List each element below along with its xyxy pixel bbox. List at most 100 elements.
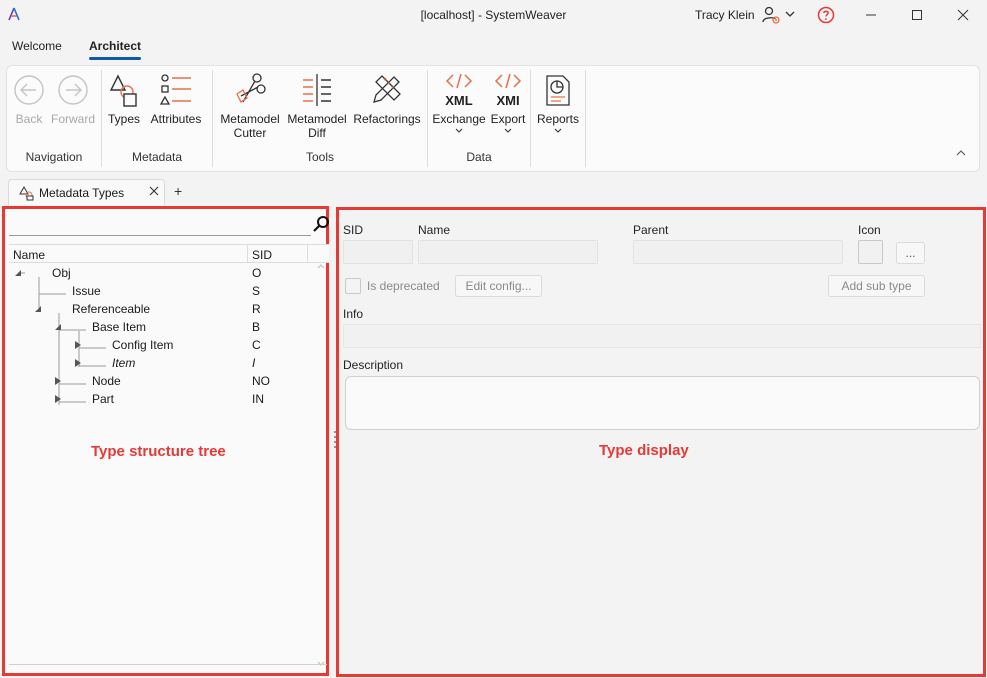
exchange-button[interactable]: XML Exchange xyxy=(431,72,487,135)
doc-tab-metadata-types[interactable]: Metadata Types xyxy=(8,179,165,205)
close-window-button[interactable] xyxy=(940,0,986,30)
expanded-triangle-icon[interactable] xyxy=(13,268,23,278)
types-button[interactable]: Types xyxy=(106,72,142,126)
forward-label: Forward xyxy=(51,112,96,126)
tree-row-part[interactable]: Part IN xyxy=(9,390,324,408)
add-sub-type-button[interactable]: Add sub type xyxy=(828,275,925,297)
metamodel-diff-label-2: Diff xyxy=(308,126,326,140)
collapsed-triangle-icon[interactable] xyxy=(73,358,83,368)
tree-node-name: Item xyxy=(112,356,136,370)
column-header-name[interactable]: Name xyxy=(13,248,45,262)
tree-node-sid: B xyxy=(252,320,261,334)
edit-config-button[interactable]: Edit config... xyxy=(455,275,542,297)
tree-header: Name SID xyxy=(9,244,329,263)
expanded-triangle-icon[interactable] xyxy=(53,322,63,332)
attributes-label: Attributes xyxy=(150,112,202,126)
close-icon[interactable] xyxy=(147,184,161,198)
maximize-icon xyxy=(912,10,922,20)
tree-row-issue[interactable]: Issue S xyxy=(9,282,324,300)
close-icon xyxy=(957,9,969,21)
forward-button[interactable]: Forward xyxy=(51,72,95,126)
vertical-scrollbar[interactable] xyxy=(315,263,327,671)
collapsed-triangle-icon[interactable] xyxy=(73,340,83,350)
description-field[interactable] xyxy=(345,376,980,430)
column-header-sid[interactable]: SID xyxy=(252,248,272,262)
reports-label: Reports xyxy=(536,112,580,126)
chevron-down-icon xyxy=(554,128,562,133)
chevron-down-icon xyxy=(504,128,512,133)
column-divider[interactable] xyxy=(247,245,248,263)
add-tab-button[interactable]: + xyxy=(174,183,182,199)
parent-label: Parent xyxy=(633,223,669,237)
icon-browse-button[interactable]: ... xyxy=(896,242,925,264)
help-icon[interactable] xyxy=(817,6,835,24)
types-icon xyxy=(19,185,34,201)
icon-label: Icon xyxy=(858,223,881,237)
search-icon[interactable] xyxy=(312,215,330,233)
metamodel-diff-label-1: Metamodel xyxy=(287,112,347,126)
back-label: Back xyxy=(15,112,43,126)
tab-welcome[interactable]: Welcome xyxy=(12,36,62,60)
sid-label: SID xyxy=(343,223,364,237)
metamodel-cutter-label-2: Cutter xyxy=(233,126,267,140)
tree-node-sid: I xyxy=(252,356,256,370)
name-label: Name xyxy=(418,223,451,237)
tools-group: Metamodel Cutter Metamodel Diff Refactor… xyxy=(213,66,427,171)
description-label: Description xyxy=(343,358,404,372)
tree-node-name: Config Item xyxy=(112,338,174,352)
user-settings-icon[interactable] xyxy=(761,5,781,25)
tree-row-base-item[interactable]: Base Item B xyxy=(9,318,324,336)
xmi-export-icon: XMI xyxy=(494,73,522,108)
tree-row-obj[interactable]: Obj O xyxy=(9,264,324,282)
type-tree: Obj O Issue S Referenceable R Base Item … xyxy=(9,264,329,664)
expanded-triangle-icon[interactable] xyxy=(33,304,43,314)
info-field[interactable] xyxy=(343,324,981,348)
minimize-button[interactable] xyxy=(848,0,894,30)
metamodel-diff-button[interactable]: Metamodel Diff xyxy=(285,72,349,140)
refactorings-label: Refactorings xyxy=(353,112,421,126)
parent-field[interactable] xyxy=(633,240,843,264)
tree-row-referenceable[interactable]: Referenceable R xyxy=(9,300,324,318)
refactorings-button[interactable]: Refactorings xyxy=(351,72,423,126)
diff-icon xyxy=(303,74,331,106)
metamodel-cutter-button[interactable]: Metamodel Cutter xyxy=(217,72,283,140)
data-group-label: Data xyxy=(466,150,492,164)
reports-group: Reports xyxy=(531,66,585,171)
annotation-type-structure-tree: Type structure tree xyxy=(91,443,226,460)
collapsed-triangle-icon[interactable] xyxy=(53,376,63,386)
user-name[interactable]: Tracy Klein xyxy=(695,8,755,22)
tree-row-node[interactable]: Node NO xyxy=(9,372,324,390)
tree-row-item[interactable]: Item I xyxy=(9,354,324,372)
icon-preview[interactable] xyxy=(858,240,883,264)
maximize-button[interactable] xyxy=(894,0,940,30)
report-icon xyxy=(546,75,570,106)
collapsed-triangle-icon[interactable] xyxy=(53,394,63,404)
export-button[interactable]: XMI Export xyxy=(488,72,528,135)
type-display-panel: SID Name Parent Icon ... Is deprecated E… xyxy=(336,207,986,677)
annotation-type-display: Type display xyxy=(599,442,689,459)
is-deprecated-checkbox[interactable] xyxy=(345,278,361,294)
metamodel-cutter-label-1: Metamodel xyxy=(220,112,280,126)
sid-field[interactable] xyxy=(343,240,413,264)
chevron-down-icon xyxy=(455,128,463,133)
xmi-icon-text: XMI xyxy=(496,93,519,108)
tab-architect[interactable]: Architect xyxy=(89,36,142,60)
xml-icon-text: XML xyxy=(445,93,473,108)
tree-node-name: Issue xyxy=(72,284,101,298)
navigation-group-label: Navigation xyxy=(25,150,83,164)
back-button[interactable]: Back xyxy=(11,72,47,126)
reports-button[interactable]: Reports xyxy=(535,72,581,135)
tree-row-config-item[interactable]: Config Item C xyxy=(9,336,324,354)
attributes-button[interactable]: Attributes xyxy=(146,72,206,126)
group-divider xyxy=(585,70,586,167)
chevron-down-icon[interactable] xyxy=(784,8,796,20)
tree-node-name: Node xyxy=(92,374,121,388)
search-input[interactable] xyxy=(9,214,311,236)
name-field[interactable] xyxy=(418,240,598,264)
attributes-icon xyxy=(159,74,191,105)
column-divider[interactable] xyxy=(307,245,308,263)
collapse-ribbon-icon[interactable] xyxy=(955,148,967,158)
pencil-ruler-icon xyxy=(373,75,401,103)
navigation-group: Back Forward Navigation xyxy=(7,66,101,171)
minimize-icon xyxy=(866,14,876,16)
